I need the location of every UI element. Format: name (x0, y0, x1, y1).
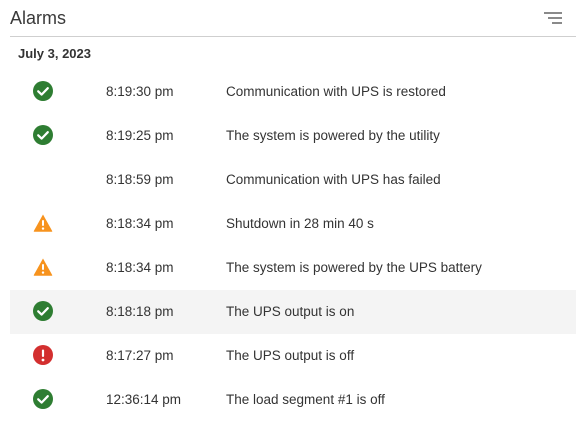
alarm-message: The system is powered by the UPS battery (226, 260, 482, 275)
panel-header: Alarms (10, 0, 576, 37)
alarm-row[interactable]: 8:19:30 pm Communication with UPS is rest… (10, 70, 576, 114)
alarm-time: 8:18:18 pm (106, 304, 174, 319)
alarm-message: The UPS output is off (226, 348, 355, 363)
alarm-row[interactable]: 8:18:34 pm The system is powered by the U… (10, 246, 576, 290)
alarm-row[interactable]: 8:19:25 pm The system is powered by the u… (10, 114, 576, 158)
alarm-message: Communication with UPS is restored (226, 84, 446, 99)
alarms-panel: Alarms July 3, 2023 8:19:30 pm Communicat… (0, 0, 580, 445)
alarm-time: 8:18:34 pm (106, 260, 174, 275)
alarm-message: The load segment #1 is off (226, 392, 385, 407)
date-group-header: July 3, 2023 (18, 46, 91, 61)
alarm-time: 8:17:27 pm (106, 348, 174, 363)
alarm-message: Communication with UPS has failed (226, 172, 441, 187)
check-circle-icon (33, 301, 53, 321)
panel-title: Alarms (10, 8, 67, 28)
alarm-message: The UPS output is on (226, 304, 355, 319)
alarm-time: 8:18:59 pm (106, 172, 174, 187)
alarm-list: 8:19:30 pm Communication with UPS is rest… (10, 70, 576, 422)
alarm-time: 8:18:34 pm (106, 216, 174, 231)
alarm-row[interactable]: 8:18:18 pm The UPS output is on (10, 290, 576, 334)
warning-triangle-icon (33, 257, 53, 277)
alarm-row[interactable]: 12:36:14 pm The load segment #1 is off (10, 378, 576, 422)
alarm-row[interactable]: 8:17:27 pm The UPS output is off (10, 334, 576, 378)
error-circle-icon (33, 345, 53, 365)
check-circle-icon (33, 81, 53, 101)
alarm-time: 8:19:30 pm (106, 84, 174, 99)
alarm-row[interactable]: 8:18:59 pm Communication with UPS has fai… (10, 158, 576, 202)
check-circle-icon (33, 389, 53, 409)
alarm-message: The system is powered by the utility (226, 128, 440, 143)
alarm-time: 8:19:25 pm (106, 128, 174, 143)
check-circle-icon (33, 125, 53, 145)
alarm-row[interactable]: 8:18:34 pm Shutdown in 28 min 40 s (10, 202, 576, 246)
alarm-time: 12:36:14 pm (106, 392, 182, 407)
sort-menu-icon[interactable] (544, 12, 562, 26)
alarm-message: Shutdown in 28 min 40 s (226, 216, 374, 231)
warning-triangle-icon (33, 213, 53, 233)
